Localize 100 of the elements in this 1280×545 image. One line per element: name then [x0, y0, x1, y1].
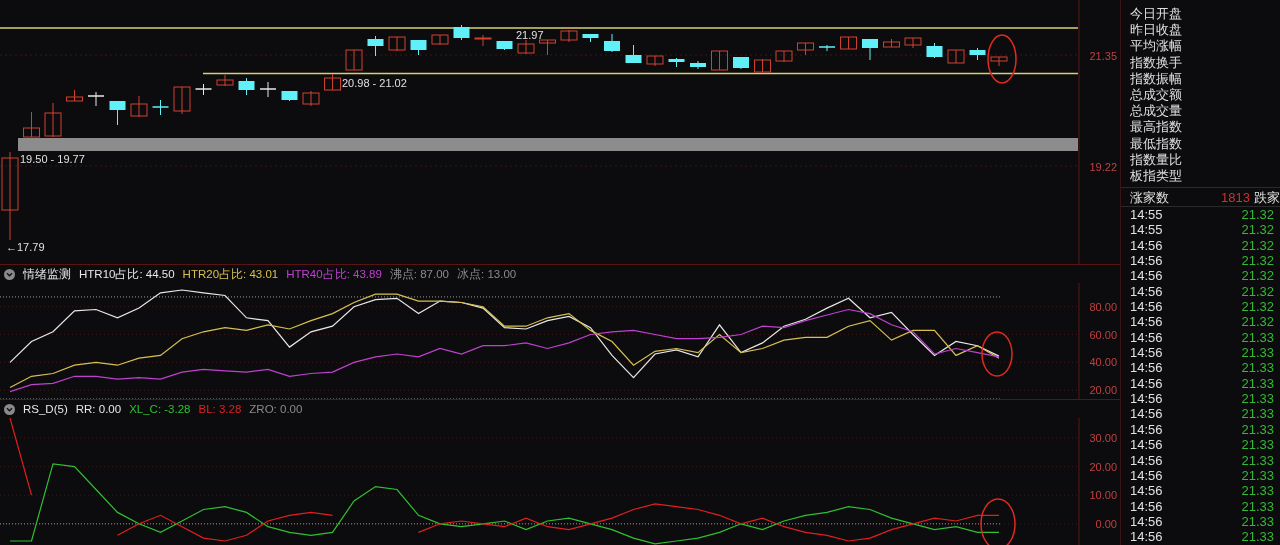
tick-time: 14:55 — [1130, 207, 1163, 223]
candle — [87, 91, 105, 107]
candle — [496, 40, 513, 51]
tick-price: 21.33 — [1241, 452, 1274, 468]
indicator-value: HTR40占比: 43.89 — [286, 267, 382, 282]
axis-label: 10.00 — [1089, 489, 1117, 502]
candle — [216, 74, 234, 87]
tick-time: 14:56 — [1130, 345, 1163, 361]
candle — [646, 55, 664, 67]
candle — [625, 44, 642, 64]
candle — [23, 111, 40, 138]
field-label: 昨日收盘 — [1129, 22, 1183, 39]
candle — [281, 90, 298, 102]
tick-price: 21.33 — [1241, 360, 1274, 376]
tick-price: 21.32 — [1241, 237, 1274, 254]
axis-label: 30.00 — [1089, 432, 1117, 444]
tick-time: 14:56 — [1130, 452, 1163, 468]
candle — [668, 57, 685, 68]
indicator-value: 冰点: 13.00 — [457, 267, 517, 282]
field-label: 指数振幅 — [1129, 70, 1183, 87]
indicator-value: XL_C: -3.28 — [129, 402, 191, 417]
tick-price: 21.32 — [1241, 253, 1274, 269]
tick-price: 21.33 — [1241, 329, 1274, 346]
tick-price: 21.33 — [1241, 375, 1274, 392]
indicator-value: HTR20占比: 43.01 — [182, 267, 279, 282]
price-annotation: 21.97 — [516, 29, 544, 41]
candle — [926, 42, 943, 59]
candle — [539, 39, 556, 56]
candle — [818, 44, 836, 52]
tick-price: 21.32 — [1241, 314, 1274, 330]
candle — [990, 56, 1008, 67]
candle — [947, 49, 965, 64]
field-label: 指数换手 — [1129, 54, 1183, 71]
candle — [302, 90, 320, 107]
candle — [797, 42, 814, 56]
tick-price: 21.33 — [1241, 406, 1274, 422]
tick-price: 21.33 — [1241, 483, 1274, 499]
tick-price: 21.33 — [1241, 421, 1274, 438]
tick-time: 14:56 — [1130, 529, 1163, 545]
indicator-title: 情绪监测 — [23, 267, 71, 282]
indicator-value: HTR10占比: 44.50 — [79, 267, 175, 282]
collapse-icon[interactable] — [4, 268, 15, 280]
candle — [345, 49, 363, 71]
tick-price: 21.32 — [1241, 299, 1274, 315]
candle — [109, 100, 126, 126]
indicator-value: BL: 3.28 — [198, 402, 242, 417]
tick-time: 14:56 — [1130, 314, 1163, 330]
candle — [431, 34, 449, 46]
candle — [259, 81, 277, 98]
highlight-circle — [987, 34, 1017, 84]
candle — [44, 102, 62, 138]
tick-time: 14:56 — [1130, 437, 1163, 453]
candle — [754, 58, 771, 73]
price-annotation: 20.98 - 21.02 — [342, 77, 407, 89]
candle — [969, 47, 986, 61]
field-label: 最高指数 — [1129, 119, 1183, 136]
candle — [904, 37, 922, 49]
indicator-value: 沸点: 87.00 — [389, 267, 449, 282]
candle — [840, 36, 857, 50]
tick-time: 14:56 — [1130, 421, 1163, 438]
indicator-title: RS_D(5) — [23, 402, 68, 417]
tick-price: 21.33 — [1241, 391, 1274, 407]
price-axis-label: 21.35 — [1089, 50, 1117, 62]
tick-price: 21.33 — [1241, 529, 1274, 545]
field-label: 总成交额 — [1129, 86, 1183, 104]
tick-time: 14:56 — [1130, 498, 1163, 514]
field-label: 最低指数 — [1129, 135, 1183, 152]
tick-price: 21.32 — [1241, 207, 1274, 223]
candle — [862, 38, 878, 61]
tick-price: 21.33 — [1241, 345, 1274, 361]
axis-label: 80.00 — [1089, 300, 1117, 313]
candle — [66, 89, 83, 102]
tick-time: 14:56 — [1130, 375, 1163, 392]
price-axis-label: 19.22 — [1089, 161, 1117, 173]
field-label: 板指类型 — [1129, 167, 1183, 185]
field-value: 1813 — [1221, 189, 1250, 206]
indicator-value: ZRO: 0.00 — [249, 402, 303, 417]
candle — [883, 38, 900, 48]
candle — [582, 33, 599, 43]
axis-label: 60.00 — [1089, 328, 1117, 341]
tick-time: 14:56 — [1130, 467, 1163, 484]
tick-time: 14:56 — [1130, 299, 1163, 315]
candle — [690, 60, 706, 70]
tick-time: 14:56 — [1130, 483, 1163, 499]
field-label: 涨家数 — [1130, 189, 1170, 206]
candle — [367, 35, 384, 57]
field-label: 跌家 — [1254, 189, 1280, 206]
tick-price: 21.32 — [1241, 222, 1274, 238]
field-label: 总成交量 — [1129, 103, 1183, 120]
tick-time: 14:56 — [1130, 268, 1163, 284]
field-label: 今日开盘 — [1129, 6, 1183, 23]
candle — [410, 39, 427, 56]
collapse-icon[interactable] — [4, 403, 15, 415]
indicator-value: RR: 0.00 — [75, 402, 122, 417]
axis-label: 20.00 — [1089, 460, 1117, 473]
tick-price: 21.33 — [1241, 437, 1274, 453]
price-annotation: 19.50 - 19.77 — [20, 153, 85, 165]
candle — [775, 50, 793, 63]
candle — [388, 36, 406, 52]
field-label: 指数量比 — [1129, 151, 1183, 168]
